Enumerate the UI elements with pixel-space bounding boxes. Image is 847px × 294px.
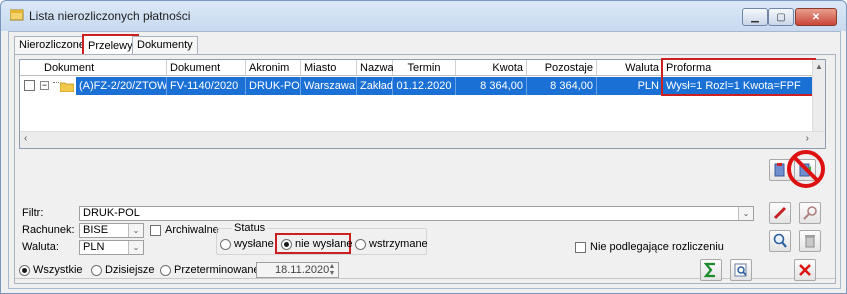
scroll-up-icon[interactable]: ▲ — [815, 62, 823, 71]
archiwalne-checkbox[interactable] — [150, 225, 161, 236]
filtr-value: DRUK-POL — [83, 207, 140, 219]
vertical-scrollbar[interactable]: ▲ — [812, 60, 825, 132]
sum-button[interactable] — [700, 259, 722, 281]
nie-podlegajace-label: Nie podlegające rozliczeniu — [590, 241, 724, 253]
row-waluta: PLN — [597, 77, 663, 95]
chevron-down-icon: ⌄ — [742, 209, 750, 218]
row-dokument-obcy: FV-1140/2020 — [167, 77, 246, 95]
row-checkbox[interactable] — [24, 80, 35, 91]
row-pozostaje: 8 364,00 — [527, 77, 597, 95]
delete-button[interactable] — [799, 230, 821, 252]
col-dokument-obcy[interactable]: Dokument obcy — [167, 60, 246, 90]
tree-line — [53, 82, 59, 83]
expand-icon[interactable]: − — [40, 81, 49, 90]
title-bar: Lista nierozliczonych płatności ▁ ▢ ✕ — [1, 1, 846, 31]
scope-dzisiejsze-label: Dzisiejsze — [105, 264, 155, 276]
row-dokument: (A)FZ-2/20/ZTOW — [76, 77, 166, 95]
app-icon — [9, 9, 24, 21]
waluta-select[interactable]: PLN ⌄ — [79, 240, 144, 255]
rachunek-dropdown-button[interactable]: ⌄ — [128, 224, 143, 237]
preview-icon — [734, 263, 747, 277]
close-window-button[interactable]: ✕ — [795, 8, 837, 26]
scope-dzisiejsze-radio[interactable] — [91, 265, 102, 276]
col-akronim[interactable]: Akronim — [246, 60, 301, 76]
col-termin[interactable]: Termin — [393, 60, 456, 76]
status-wstrzymane-radio[interactable] — [355, 239, 366, 250]
search-filter-icon — [803, 206, 817, 220]
nie-podlegajace-checkbox[interactable] — [575, 242, 586, 253]
folder-icon — [59, 80, 75, 95]
row-kwota: 8 364,00 — [456, 77, 527, 95]
archiwalne-label: Archiwalne — [165, 224, 219, 236]
filtr-label: Filtr: — [22, 207, 44, 219]
row-akronim: DRUK-POL — [246, 77, 301, 95]
waluta-dropdown-button[interactable]: ⌄ — [128, 241, 143, 254]
date-input[interactable]: 18.11.2020 ▲ ▼ — [256, 262, 339, 278]
close-icon — [799, 264, 811, 276]
status-label: Status — [232, 222, 268, 234]
horizontal-scrollbar[interactable]: ‹ › — [20, 131, 825, 148]
col-miasto[interactable]: Miasto — [301, 60, 357, 76]
filter-wizard-button[interactable] — [799, 202, 821, 224]
status-wyslane-radio[interactable] — [220, 239, 231, 250]
filtr-input[interactable]: DRUK-POL ⌄ — [79, 206, 754, 221]
client-area: Nierozliczone Przelewy Dokumenty Dokumen… — [8, 31, 841, 289]
chevron-down-icon: ⌄ — [132, 243, 140, 252]
waluta-value: PLN — [83, 241, 105, 253]
trash-icon — [805, 235, 815, 248]
waluta-label: Waluta: — [22, 241, 59, 253]
payments-grid[interactable]: Dokument Dokument obcy Akronim Miasto Na… — [19, 58, 826, 149]
tab-dokumenty[interactable]: Dokumenty — [132, 36, 198, 54]
close-button[interactable] — [794, 259, 816, 281]
scope-wszystkie-radio[interactable] — [19, 265, 30, 276]
search-icon — [773, 233, 787, 248]
scroll-right-icon[interactable]: › — [806, 133, 809, 144]
proforma-highlight — [661, 58, 816, 96]
col-waluta[interactable]: Waluta — [597, 60, 663, 76]
sigma-icon — [703, 262, 715, 278]
rachunek-value: BISE — [83, 224, 109, 236]
maximize-button[interactable]: ▢ — [768, 8, 794, 26]
filtr-dropdown-button[interactable]: ⌄ — [738, 207, 753, 220]
scroll-left-icon[interactable]: ‹ — [24, 133, 27, 144]
scope-przeterminowane-radio[interactable] — [160, 265, 171, 276]
row-miasto: Warszawa — [301, 77, 357, 95]
col-nazwa[interactable]: Nazwa — [357, 60, 394, 76]
status-nie-wyslane-label: nie wysłane — [295, 238, 353, 250]
preview-button[interactable] — [730, 259, 752, 281]
scope-wszystkie-label: Wszystkie — [33, 264, 83, 276]
row-tree-cell[interactable]: − (A)FZ-2/20/ZTOW — [20, 77, 167, 95]
maximize-icon: ▢ — [776, 11, 786, 23]
tab-nierozliczone[interactable]: Nierozliczone — [14, 36, 91, 54]
status-wyslane-label: wysłane — [234, 238, 274, 250]
col-dokument[interactable]: Dokument — [20, 60, 167, 76]
rachunek-label: Rachunek: — [22, 224, 75, 236]
search-button[interactable] — [769, 230, 791, 252]
main-window: Lista nierozliczonych płatności ▁ ▢ ✕ Ni… — [0, 0, 847, 294]
window-title: Lista nierozliczonych płatności — [29, 9, 191, 23]
status-nie-wyslane-radio[interactable] — [281, 239, 292, 250]
minimize-icon: ▁ — [751, 11, 759, 23]
chevron-down-icon: ⌄ — [132, 226, 140, 235]
prohibition-marker-icon — [787, 150, 825, 188]
pencil-icon — [773, 206, 787, 220]
tab-panel: Dokument Dokument obcy Akronim Miasto Na… — [14, 54, 836, 284]
scope-przeterminowane-label: Przeterminowane — [174, 264, 260, 276]
close-icon: ✕ — [811, 11, 821, 23]
minimize-button[interactable]: ▁ — [742, 8, 768, 26]
rachunek-select[interactable]: BISE ⌄ — [79, 223, 144, 238]
col-pozostaje[interactable]: Pozostaje — [527, 60, 597, 76]
status-wstrzymane-label: wstrzymane — [369, 238, 428, 250]
date-spinner-icon[interactable]: ▲ ▼ — [327, 263, 337, 277]
edit-filter-button[interactable] — [769, 202, 791, 224]
row-termin: 01.12.2020 — [393, 77, 456, 95]
date-value: 18.11.2020 — [275, 264, 330, 276]
row-nazwa: Zakład — [357, 77, 393, 95]
col-kwota[interactable]: Kwota — [456, 60, 527, 76]
